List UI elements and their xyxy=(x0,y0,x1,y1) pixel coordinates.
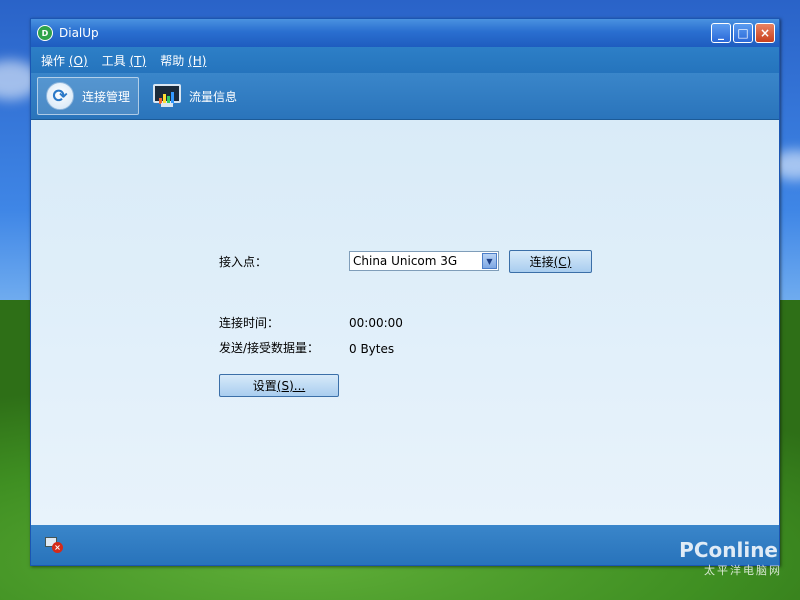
access-point-value: China Unicom 3G xyxy=(353,254,458,268)
connect-time-value: 00:00:00 xyxy=(349,316,403,330)
main-content: 接入点： China Unicom 3G ▼ 连接 (C) 连接时间： 00:00… xyxy=(31,120,779,525)
menu-operation[interactable]: 操作 (O) xyxy=(41,52,88,69)
menu-help[interactable]: 帮助 (H) xyxy=(160,52,206,69)
network-disconnected-icon[interactable]: × xyxy=(45,537,63,553)
tab-label: 连接管理 xyxy=(82,89,131,104)
tab-traffic-info[interactable]: 流量信息 xyxy=(145,77,245,115)
close-button[interactable]: × xyxy=(755,23,775,43)
tab-label: 流量信息 xyxy=(189,89,238,104)
connect-button[interactable]: 连接 (C) xyxy=(509,250,592,273)
access-point-label: 接入点： xyxy=(219,255,268,269)
window-title: DialUp xyxy=(59,26,99,40)
menu-bar: 操作 (O) 工具 (T) 帮助 (H) xyxy=(31,47,779,73)
app-icon: D xyxy=(37,25,53,41)
settings-button[interactable]: 设置 (S)... xyxy=(219,374,339,397)
status-bar: × xyxy=(31,525,779,565)
dialup-window: D DialUp _ □ × 操作 (O) 工具 (T) 帮助 (H) ⟳ 连接… xyxy=(30,18,780,566)
chevron-down-icon[interactable]: ▼ xyxy=(482,253,497,269)
sync-icon: ⟳ xyxy=(46,82,74,110)
monitor-chart-icon xyxy=(153,84,182,108)
maximize-button[interactable]: □ xyxy=(733,23,753,43)
traffic-label: 发送/接受数据量： xyxy=(219,341,320,355)
menu-tools[interactable]: 工具 (T) xyxy=(102,52,147,69)
watermark-subtitle: 太平洋电脑网 xyxy=(704,564,782,577)
traffic-value: 0 Bytes xyxy=(349,342,395,356)
access-point-select[interactable]: China Unicom 3G ▼ xyxy=(349,251,499,271)
connect-time-label: 连接时间： xyxy=(219,316,280,330)
toolbar: ⟳ 连接管理 流量信息 xyxy=(31,73,779,120)
watermark-logo: PConline xyxy=(679,538,778,562)
tab-connection-management[interactable]: ⟳ 连接管理 xyxy=(37,77,140,115)
minimize-button[interactable]: _ xyxy=(711,23,731,43)
title-bar[interactable]: D DialUp _ □ × xyxy=(31,19,779,47)
